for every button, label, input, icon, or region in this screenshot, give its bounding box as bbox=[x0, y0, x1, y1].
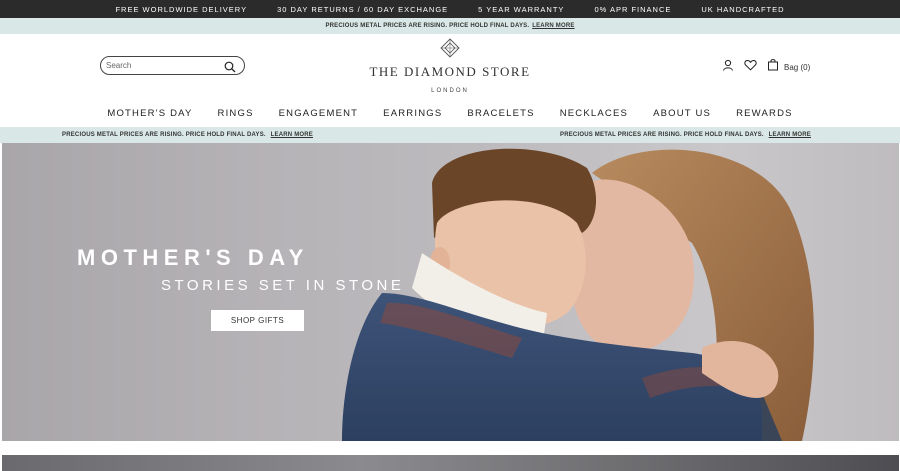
promo-marquee-item: PRECIOUS METAL PRICES ARE RISING. PRICE … bbox=[62, 132, 442, 138]
promo-bar: PRECIOUS METAL PRICES ARE RISING. PRICE … bbox=[0, 18, 900, 34]
shop-gifts-button[interactable]: SHOP GIFTS bbox=[211, 310, 304, 331]
promo-learn-more-link[interactable]: LEARN MORE bbox=[532, 23, 574, 29]
account-actions: Bag (0) bbox=[722, 58, 810, 76]
hero-subtitle: STORIES SET IN STONE bbox=[161, 277, 405, 294]
diamond-logo-icon bbox=[440, 38, 460, 58]
promo-text: PRECIOUS METAL PRICES ARE RISING. PRICE … bbox=[62, 132, 266, 138]
search-icon[interactable] bbox=[224, 60, 236, 72]
hero-banner[interactable]: MOTHER'S DAY STORIES SET IN STONE SHOP G… bbox=[2, 143, 899, 441]
main-nav: MOTHER'S DAY RINGS ENGAGEMENT EARRINGS B… bbox=[0, 108, 900, 122]
search-box[interactable] bbox=[100, 56, 245, 75]
heart-icon[interactable] bbox=[744, 58, 757, 76]
hero-photo-mother-and-son bbox=[342, 148, 814, 441]
hero-title: MOTHER'S DAY bbox=[77, 245, 309, 270]
announcement-warranty: 5 YEAR WARRANTY bbox=[478, 4, 565, 14]
promo-learn-more-link[interactable]: LEARN MORE bbox=[271, 132, 313, 138]
nav-item-mothers-day[interactable]: MOTHER'S DAY bbox=[95, 108, 205, 122]
account-icon[interactable] bbox=[722, 58, 734, 76]
top-announcement-bar: FREE WORLDWIDE DELIVERY 30 DAY RETURNS /… bbox=[0, 0, 900, 18]
bag-icon[interactable] bbox=[767, 58, 779, 76]
nav-item-bracelets[interactable]: BRACELETS bbox=[455, 108, 547, 122]
nav-item-rewards[interactable]: REWARDS bbox=[724, 108, 806, 122]
promo-marquee: PRECIOUS METAL PRICES ARE RISING. PRICE … bbox=[0, 127, 900, 143]
promo-text: PRECIOUS METAL PRICES ARE RISING. PRICE … bbox=[560, 132, 764, 138]
nav-item-about-us[interactable]: ABOUT US bbox=[641, 108, 724, 122]
announcement-returns: 30 DAY RETURNS / 60 DAY EXCHANGE bbox=[277, 4, 449, 14]
store-logo[interactable]: THE DIAMOND STORE LONDON bbox=[350, 38, 550, 94]
bag-label[interactable]: Bag (0) bbox=[784, 63, 810, 72]
announcement-finance: 0% APR FINANCE bbox=[594, 4, 672, 14]
promo-text: PRECIOUS METAL PRICES ARE RISING. PRICE … bbox=[325, 23, 530, 29]
next-banner-image[interactable] bbox=[2, 455, 899, 471]
nav-item-necklaces[interactable]: NECKLACES bbox=[547, 108, 640, 122]
logo-name: THE DIAMOND STORE bbox=[369, 64, 531, 79]
nav-item-engagement[interactable]: ENGAGEMENT bbox=[266, 108, 371, 122]
nav-item-rings[interactable]: RINGS bbox=[205, 108, 266, 122]
search-input[interactable] bbox=[106, 61, 224, 70]
promo-learn-more-link[interactable]: LEARN MORE bbox=[769, 132, 811, 138]
announcement-delivery: FREE WORLDWIDE DELIVERY bbox=[115, 4, 248, 14]
nav-item-earrings[interactable]: EARRINGS bbox=[371, 108, 455, 122]
announcement-handcrafted: UK HANDCRAFTED bbox=[701, 4, 785, 14]
promo-marquee-item: PRECIOUS METAL PRICES ARE RISING. PRICE … bbox=[560, 132, 840, 138]
logo-city: LONDON bbox=[431, 88, 469, 94]
